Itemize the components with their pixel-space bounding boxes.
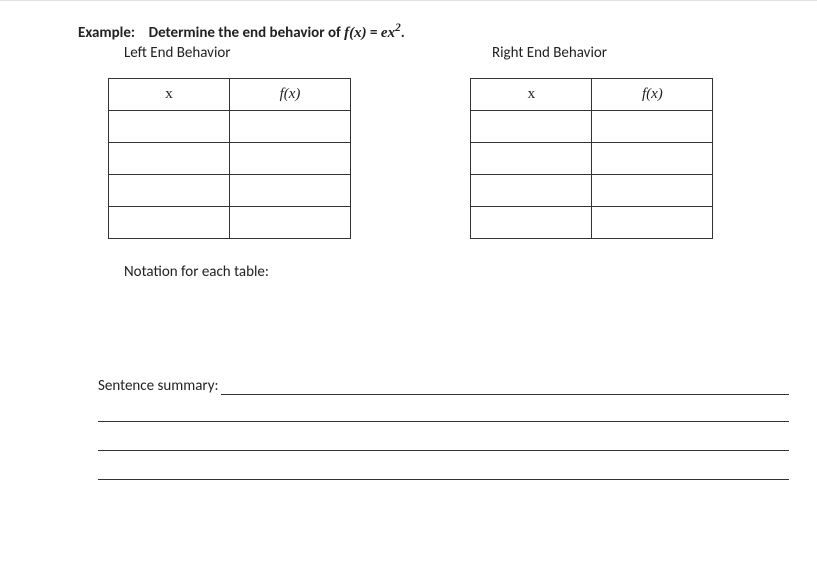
left-cell[interactable] [230,175,351,207]
right-cell[interactable] [592,175,713,207]
equals-sign: = [367,24,381,42]
right-table-header-x: x [471,79,592,111]
right-behavior-table: x f(x) [470,78,713,239]
left-table-header-x: x [109,79,230,111]
function-rhs-base: ex [381,25,395,41]
prompt-period: . [401,24,405,42]
right-cell[interactable] [592,111,713,143]
tables-row: x f(x) x f(x) [78,78,789,239]
notation-label: Notation for each table: [124,263,789,281]
table-row [109,111,351,143]
table-row [471,111,713,143]
left-cell[interactable] [109,111,230,143]
left-cell[interactable] [230,207,351,239]
right-cell[interactable] [592,143,713,175]
left-behavior-table: x f(x) [108,78,351,239]
example-label: Example: [78,24,135,42]
left-cell[interactable] [230,143,351,175]
summary-blank-line-4[interactable] [98,465,789,480]
table-row [471,207,713,239]
right-table-header-fx: f(x) [592,79,713,111]
sentence-summary-label: Sentence summary: [98,377,221,395]
table-row [471,175,713,207]
left-cell[interactable] [109,143,230,175]
table-row [109,207,351,239]
right-end-heading: Right End Behavior [492,44,607,62]
worksheet-page: Example: Determine the end behavior of f… [0,0,817,480]
table-row [109,175,351,207]
right-cell[interactable] [471,175,592,207]
right-cell[interactable] [471,111,592,143]
table-row [471,143,713,175]
left-table-header-fx: f(x) [230,79,351,111]
function-lhs: f(x) [344,25,367,41]
left-end-heading: Left End Behavior [124,44,231,62]
table-row [109,143,351,175]
left-cell[interactable] [230,111,351,143]
example-prompt: Example: Determine the end behavior of f… [78,24,789,42]
summary-blank-line-3[interactable] [98,436,789,451]
right-cell[interactable] [471,143,592,175]
behavior-headings: Left End Behavior Right End Behavior [78,44,789,62]
summary-blank-line-1[interactable] [221,380,789,395]
left-cell[interactable] [109,207,230,239]
right-cell[interactable] [592,207,713,239]
summary-blank-line-2[interactable] [98,407,789,422]
sentence-summary-block: Sentence summary: [98,377,789,480]
left-cell[interactable] [109,175,230,207]
right-cell[interactable] [471,207,592,239]
example-text-prefix: Determine the end behavior of [149,24,345,42]
